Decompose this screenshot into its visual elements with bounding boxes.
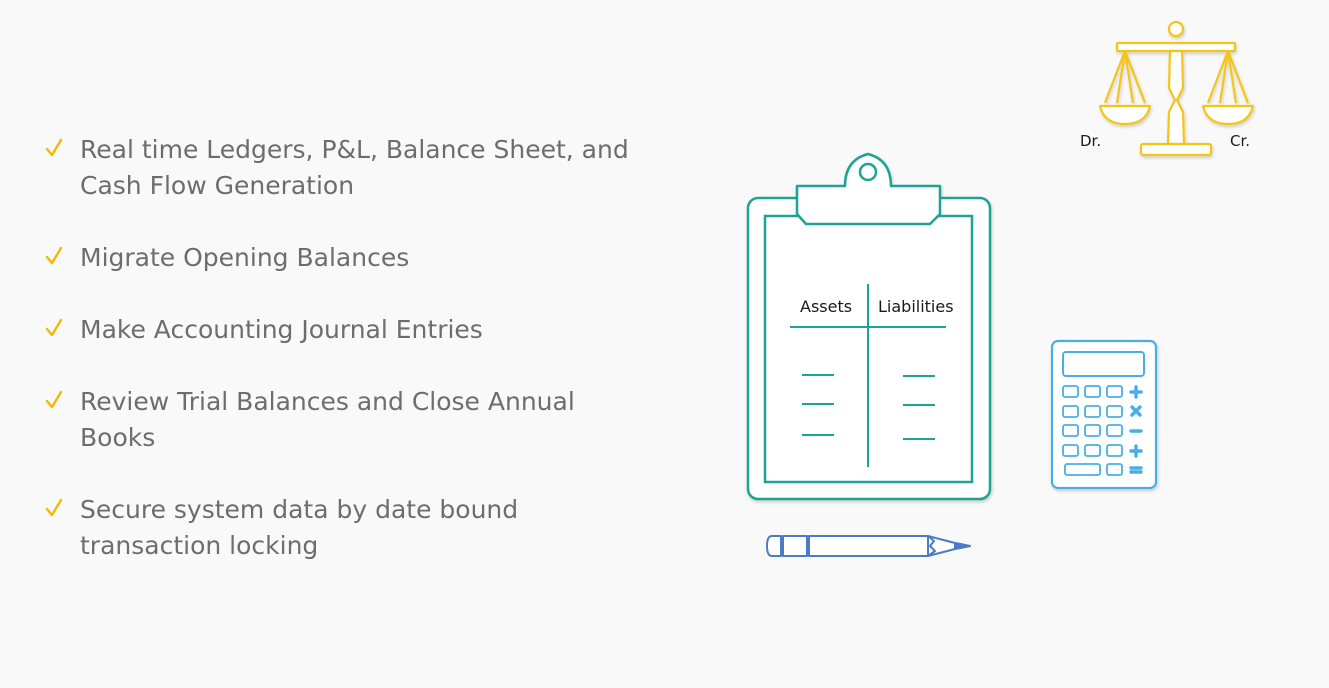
pencil-icon xyxy=(766,535,971,557)
calculator-icon xyxy=(1050,339,1158,490)
debit-label: Dr. xyxy=(1080,132,1101,150)
accounting-illustration: Dr. Cr. Assets Liabilities xyxy=(746,20,1255,557)
assets-label: Assets xyxy=(800,297,852,316)
credit-label: Cr. xyxy=(1230,132,1250,150)
liabilities-label: Liabilities xyxy=(878,297,954,316)
clipboard-icon xyxy=(746,152,992,501)
page: Real time Ledgers, P&L, Balance Sheet, a… xyxy=(0,0,1329,688)
